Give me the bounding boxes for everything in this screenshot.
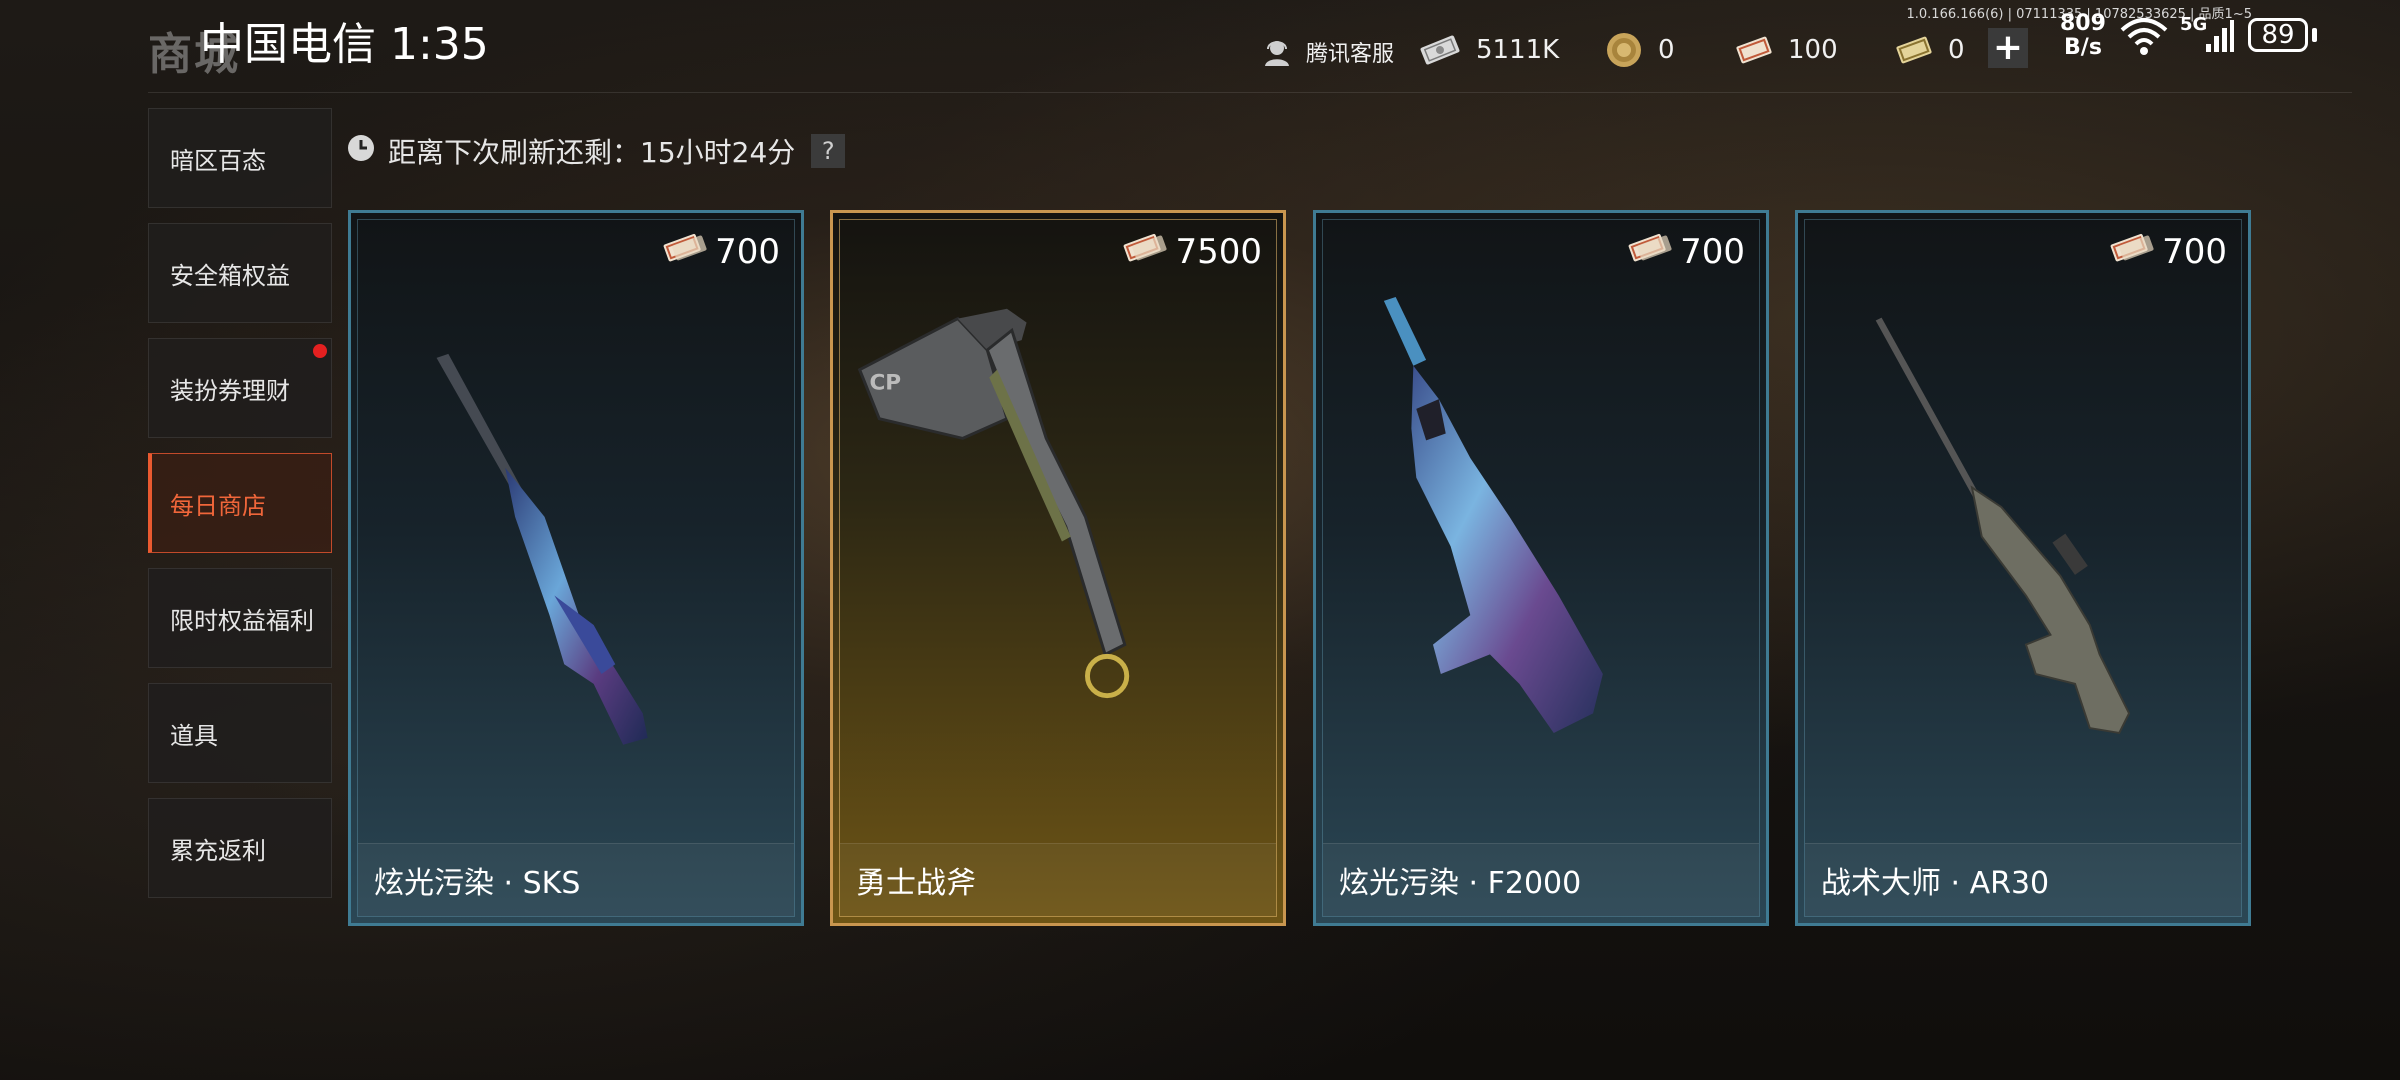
item-name: 炫光污染 · SKS <box>358 843 794 916</box>
dress-voucher-icon <box>659 230 709 273</box>
sidebar-item-limited-benefits[interactable]: 限时权益福利 <box>148 568 332 668</box>
cash-bill-icon <box>1418 33 1462 67</box>
item-price-value: 700 <box>2162 231 2227 272</box>
item-price-value: 700 <box>1680 231 1745 272</box>
refresh-timer: 距离下次刷新还剩：15小时24分 ? <box>346 132 846 170</box>
item-name: 战术大师 · AR30 <box>1805 843 2241 916</box>
status-carrier-time: 中国电信 1:35 <box>200 19 489 70</box>
customer-service-button[interactable]: 腾讯客服 <box>1262 30 1394 74</box>
item-price-value: 7500 <box>1175 231 1262 272</box>
currency-cash[interactable]: 5111K <box>1418 28 1559 72</box>
net-speed-value: 809 <box>2060 11 2106 36</box>
sidebar-item-daily-shop[interactable]: 每日商店 <box>148 453 332 553</box>
svg-text:CP: CP <box>869 370 901 395</box>
sidebar-item-label: 道具 <box>170 721 218 750</box>
shop-item-card[interactable]: 700 炫光污染 · SKS <box>348 210 804 926</box>
currency-value: 0 <box>1948 35 1965 65</box>
item-name: 勇士战斧 <box>840 843 1276 916</box>
item-price: 700 <box>1624 230 1745 273</box>
sidebar-item-dark-zone[interactable]: 暗区百态 <box>148 108 332 208</box>
help-button[interactable]: ? <box>811 134 846 168</box>
item-name: 炫光污染 · F2000 <box>1323 843 1759 916</box>
currency-value: 5111K <box>1476 35 1560 65</box>
gold-voucher-icon <box>1894 33 1934 67</box>
tomahawk-axe-icon: CP <box>857 308 1130 699</box>
sks-rifle-icon <box>436 353 648 745</box>
shop-item-card[interactable]: 700 战术大师 · AR30 <box>1795 210 2251 926</box>
wifi-icon <box>2118 14 2170 62</box>
currency-coin[interactable]: 0 <box>1604 28 1675 72</box>
sidebar-item-safe-box[interactable]: 安全箱权益 <box>148 223 332 323</box>
add-currency-button[interactable]: + <box>1988 28 2028 68</box>
notification-dot <box>313 344 327 358</box>
battery-indicator: 89 <box>2248 18 2308 52</box>
refresh-timer-text: 距离下次刷新还剩：15小时24分 <box>388 136 796 169</box>
header-divider <box>148 92 2352 93</box>
sidebar-item-recharge-rebate[interactable]: 累充返利 <box>148 798 332 898</box>
dress-voucher-icon <box>1624 230 1674 273</box>
dress-voucher-icon <box>1734 33 1774 67</box>
shop-item-card[interactable]: CP 7500 勇士战斧 <box>830 210 1286 926</box>
item-price: 700 <box>2106 230 2227 273</box>
gold-coin-icon <box>1604 30 1644 70</box>
item-price-value: 700 <box>715 231 780 272</box>
sidebar-item-label: 安全箱权益 <box>170 261 290 290</box>
dress-voucher-icon <box>2106 230 2156 273</box>
shop-item-card[interactable]: 700 炫光污染 · F2000 <box>1313 210 1769 926</box>
sidebar-item-voucher-finance[interactable]: 装扮券理财 <box>148 338 332 438</box>
signal-icon <box>2190 20 2234 58</box>
sidebar-item-label: 暗区百态 <box>170 146 266 175</box>
customer-service-label: 腾讯客服 <box>1306 42 1395 67</box>
currency-dress-voucher[interactable]: 100 <box>1734 28 1838 72</box>
f2000-rifle-icon <box>1383 296 1603 733</box>
battery-tip <box>2312 28 2317 42</box>
clock-icon <box>346 133 376 170</box>
sidebar-item-label: 限时权益福利 <box>170 606 314 635</box>
headset-icon <box>1262 37 1292 67</box>
sidebar-item-label: 每日商店 <box>170 491 266 520</box>
net-speed-unit: B/s <box>2064 35 2102 60</box>
net-speed: 809 B/s <box>2060 12 2106 60</box>
sidebar-item-props[interactable]: 道具 <box>148 683 332 783</box>
currency-value: 100 <box>1788 35 1838 65</box>
sidebar-item-label: 装扮券理财 <box>170 376 290 405</box>
item-price: 7500 <box>1119 230 1262 273</box>
sidebar-item-label: 累充返利 <box>170 836 266 865</box>
currency-gold-voucher[interactable]: 0 <box>1894 28 1965 72</box>
dress-voucher-icon <box>1119 230 1169 273</box>
ar30-sniper-icon <box>1875 317 2131 735</box>
item-price: 700 <box>659 230 780 273</box>
currency-value: 0 <box>1658 35 1675 65</box>
